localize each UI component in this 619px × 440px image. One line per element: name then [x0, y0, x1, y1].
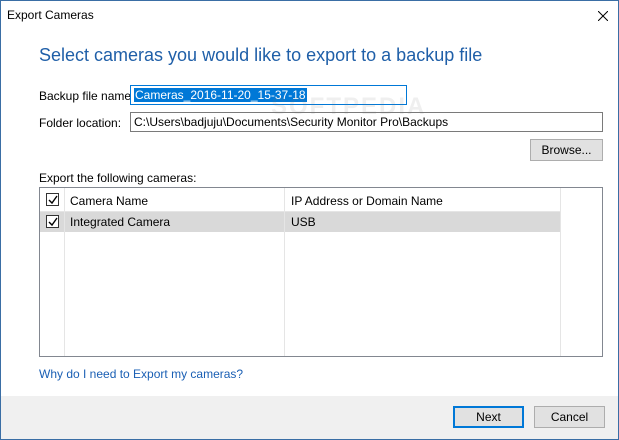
camera-list[interactable]: Camera Name IP Address or Domain Name In… — [39, 187, 603, 357]
next-button[interactable]: Next — [453, 406, 524, 428]
backup-file-name-label: Backup file name: — [39, 89, 135, 103]
title-bar: Export Cameras — [1, 1, 618, 31]
column-divider — [560, 188, 561, 356]
camera-name-cell: Integrated Camera — [70, 215, 171, 229]
table-row[interactable]: Integrated Camera USB — [40, 212, 560, 232]
select-all-checkbox[interactable] — [46, 193, 59, 206]
checkmark-icon — [48, 195, 58, 204]
folder-location-value: C:\Users\badjuju\Documents\Security Moni… — [134, 115, 449, 129]
window-title: Export Cameras — [7, 8, 94, 22]
page-heading: Select cameras you would like to export … — [39, 45, 483, 65]
help-export-link[interactable]: Why do I need to Export my cameras? — [39, 367, 243, 381]
column-header-camera-name[interactable]: Camera Name — [70, 194, 148, 208]
browse-button[interactable]: Browse... — [530, 139, 603, 161]
column-divider — [64, 188, 65, 356]
checkmark-icon — [48, 217, 58, 226]
camera-address-cell: USB — [291, 215, 316, 229]
backup-file-name-input[interactable]: Cameras_2016-11-20_15-37-18 — [130, 85, 407, 105]
folder-location-label: Folder location: — [39, 116, 122, 130]
camera-list-header: Camera Name IP Address or Domain Name — [40, 188, 560, 212]
folder-location-input[interactable]: C:\Users\badjuju\Documents\Security Moni… — [130, 112, 603, 132]
column-divider — [284, 188, 285, 356]
close-icon — [598, 11, 608, 21]
column-header-ip-address[interactable]: IP Address or Domain Name — [291, 194, 443, 208]
close-button[interactable] — [588, 1, 618, 31]
cancel-button[interactable]: Cancel — [534, 406, 605, 428]
export-cameras-label: Export the following cameras: — [39, 171, 197, 185]
dialog-footer — [1, 396, 618, 439]
row-checkbox[interactable] — [46, 215, 59, 228]
backup-file-name-value: Cameras_2016-11-20_15-37-18 — [134, 88, 307, 102]
export-cameras-dialog: Export Cameras Select cameras you would … — [0, 0, 619, 440]
